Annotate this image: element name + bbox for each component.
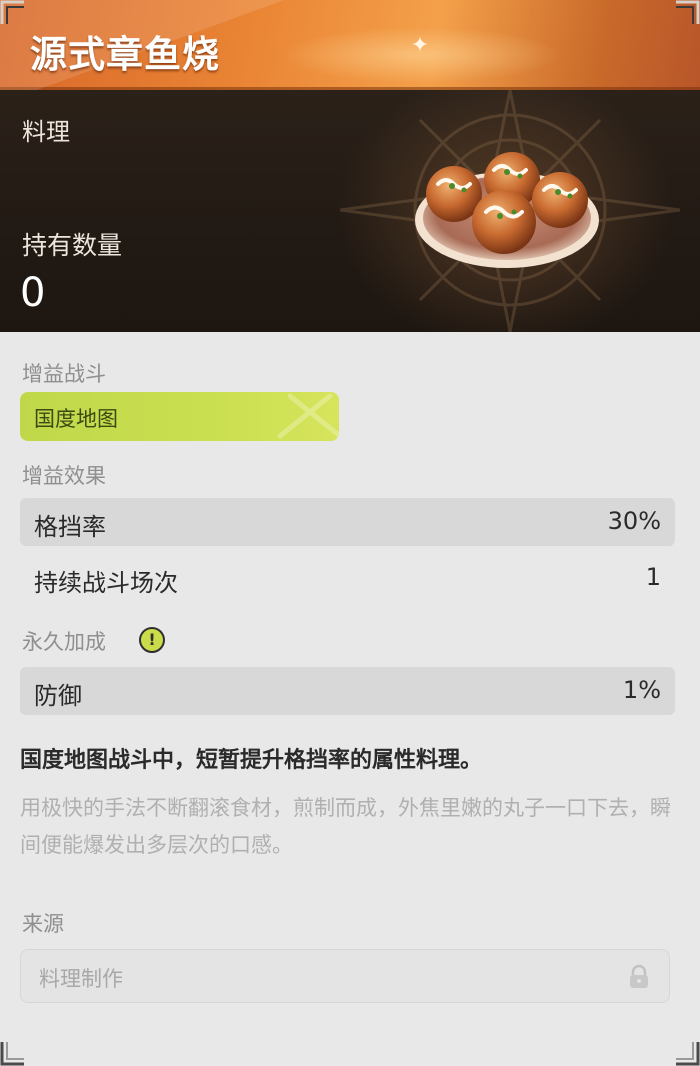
info-icon[interactable]: ! (139, 627, 165, 653)
sparkle-icon: ✦ (410, 33, 430, 58)
corner-bracket (676, 1042, 700, 1066)
buff-battle-label: 增益战斗 (22, 362, 106, 386)
lock-icon (630, 964, 648, 988)
owned-count-value: 0 (20, 270, 46, 316)
item-hero: 料理 持有数量 0 (0, 90, 700, 332)
item-detail-card: 源式章鱼烧 ✦ 料理 持有数量 0 增益战斗 国度地图 增益效果 格挡率 30%… (0, 0, 700, 1066)
source-value: 料理制作 (39, 967, 123, 991)
buff-battle-tag-text: 国度地图 (34, 407, 118, 431)
item-description: 国度地图战斗中，短暂提升格挡率的属性料理。 (20, 748, 483, 773)
corner-bracket (676, 0, 700, 24)
item-flavor-text: 用极快的手法不断翻滚食材，煎制而成，外焦里嫩的丸子一口下去，瞬间便能爆发出多层次… (20, 796, 671, 857)
item-title: 源式章鱼烧 (30, 33, 220, 76)
takoyaki-plate-icon (415, 152, 599, 268)
corner-bracket (0, 0, 24, 24)
stat-value: 1% (622, 676, 661, 704)
stat-name: 格挡率 (34, 513, 106, 541)
crossed-swords-icon (277, 393, 339, 439)
item-details: 增益战斗 国度地图 增益效果 格挡率 30% 持续战斗场次 1 永久加成 ! 防… (0, 332, 700, 1066)
owned-count-label: 持有数量 (22, 231, 123, 260)
stat-row: 防御 1% (20, 667, 675, 715)
buff-effect-label: 增益效果 (22, 464, 106, 488)
stat-row: 格挡率 30% (20, 498, 675, 546)
buff-battle-tag: 国度地图 (20, 392, 339, 441)
title-bar: 源式章鱼烧 ✦ (0, 0, 700, 90)
stat-value: 30% (607, 507, 661, 535)
permanent-bonus-label: 永久加成 (22, 630, 106, 654)
source-entry[interactable]: 料理制作 (20, 949, 670, 1003)
stat-row: 持续战斗场次 1 (20, 554, 675, 602)
stat-value: 1 (645, 563, 661, 591)
corner-bracket (0, 1042, 24, 1066)
item-category: 料理 (22, 118, 70, 146)
stat-name: 防御 (34, 682, 82, 710)
stat-name: 持续战斗场次 (34, 569, 178, 597)
source-label: 来源 (22, 912, 64, 936)
